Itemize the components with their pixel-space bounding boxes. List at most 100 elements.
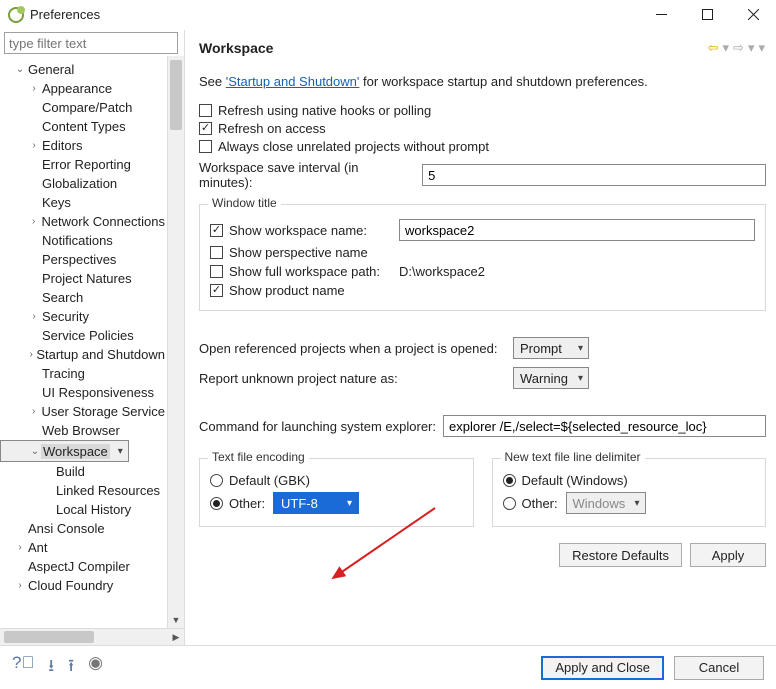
tree-item[interactable]: Error Reporting [0, 155, 167, 174]
window-title-group: Window title Show workspace name: Show p… [199, 204, 766, 311]
delimiter-default-radio[interactable] [503, 474, 516, 487]
page-description: See 'Startup and Shutdown' for workspace… [199, 74, 766, 89]
apply-close-button[interactable]: Apply and Close [541, 656, 664, 680]
import-icon[interactable]: ⭳ [48, 653, 54, 682]
tree-item[interactable]: AspectJ Compiler [0, 557, 167, 576]
show-workspace-name-checkbox[interactable] [210, 224, 223, 237]
tree-item[interactable]: ›Cloud Foundry [0, 576, 167, 595]
open-referenced-select[interactable]: Prompt [513, 337, 589, 359]
apply-button[interactable]: Apply [690, 543, 766, 567]
chevron-right-icon[interactable]: › [28, 406, 39, 417]
help-icon[interactable]: ?⃝ [12, 653, 34, 682]
tree-item-label: Ant [26, 540, 50, 555]
explorer-command-input[interactable] [443, 415, 766, 437]
oomph-icon[interactable]: ◉ [88, 653, 103, 682]
back-arrow-icon[interactable]: ⇦ [707, 40, 720, 56]
delimiter-other-select: Windows [566, 492, 646, 514]
tree-item[interactable]: Project Natures [0, 269, 167, 288]
tree-item[interactable]: Compare/Patch [0, 98, 167, 117]
startup-shutdown-link[interactable]: 'Startup and Shutdown' [226, 74, 360, 89]
delimiter-other-label: Other: [522, 496, 566, 511]
tree-item[interactable]: Content Types [0, 117, 167, 136]
tree-item-label: Error Reporting [40, 157, 133, 172]
tree-item[interactable]: ›Network Connections [0, 212, 167, 231]
chevron-right-icon[interactable]: › [14, 580, 26, 591]
tree-item-label: Editors [40, 138, 84, 153]
tree-item-label: Cloud Foundry [26, 578, 115, 593]
forward-arrow-icon[interactable]: ⇨ [732, 40, 745, 56]
show-perspective-checkbox[interactable] [210, 246, 223, 259]
preferences-tree[interactable]: ⌄General›AppearanceCompare/PatchContent … [0, 56, 167, 628]
scroll-down-arrow-icon[interactable]: ▼ [168, 612, 184, 628]
tree-item[interactable]: ›User Storage Service [0, 402, 167, 421]
chevron-right-icon[interactable]: › [28, 83, 40, 94]
scroll-thumb[interactable] [170, 60, 182, 130]
chevron-right-icon[interactable]: › [28, 216, 39, 227]
chevron-right-icon[interactable]: › [28, 140, 40, 151]
full-path-value: D:\workspace2 [399, 264, 485, 279]
encoding-other-select[interactable]: UTF-8 [273, 492, 359, 514]
tree-item[interactable]: Build [0, 462, 167, 481]
app-logo-icon [8, 7, 24, 23]
save-interval-input[interactable] [422, 164, 766, 186]
refresh-access-checkbox[interactable] [199, 122, 212, 135]
tree-horizontal-scrollbar[interactable]: ◀ ▶ [0, 628, 184, 645]
tree-item[interactable]: Web Browser [0, 421, 167, 440]
delimiter-default-label: Default (Windows) [522, 473, 628, 488]
tree-item[interactable]: Local History [0, 500, 167, 519]
tree-item[interactable]: Search [0, 288, 167, 307]
tree-item[interactable]: Notifications [0, 231, 167, 250]
restore-defaults-button[interactable]: Restore Defaults [559, 543, 682, 567]
tree-item-label: Local History [54, 502, 133, 517]
tree-item[interactable]: Keys [0, 193, 167, 212]
chevron-down-icon[interactable]: ⌄ [14, 64, 26, 75]
encoding-other-radio[interactable] [210, 497, 223, 510]
tree-item[interactable]: ⌄General [0, 60, 167, 79]
chevron-right-icon[interactable]: › [14, 542, 26, 553]
tree-item[interactable]: Service Policies [0, 326, 167, 345]
show-product-checkbox[interactable] [210, 284, 223, 297]
refresh-native-label: Refresh using native hooks or polling [218, 103, 431, 118]
encoding-default-label: Default (GBK) [229, 473, 310, 488]
show-full-path-checkbox[interactable] [210, 265, 223, 278]
tree-item-label: AspectJ Compiler [26, 559, 132, 574]
chevron-right-icon[interactable]: › [28, 311, 40, 322]
maximize-button[interactable] [684, 0, 730, 30]
tree-item-label: Search [40, 290, 85, 305]
back-menu-icon[interactable]: ▾ [722, 40, 731, 56]
scroll-thumb[interactable] [4, 631, 94, 643]
filter-input[interactable] [4, 32, 178, 54]
tree-item[interactable]: ›Security [0, 307, 167, 326]
page-nav-arrows: ⇦▾ ⇨▾ ▾ [707, 40, 766, 56]
tree-item[interactable]: ›Editors [0, 136, 167, 155]
tree-item-label: Perspectives [40, 252, 118, 267]
tree-item[interactable]: ›Appearance [0, 79, 167, 98]
show-perspective-label: Show perspective name [229, 245, 368, 260]
cancel-button[interactable]: Cancel [674, 656, 764, 680]
scroll-right-arrow-icon[interactable]: ▶ [168, 629, 184, 645]
close-unrelated-checkbox[interactable] [199, 140, 212, 153]
workspace-name-input[interactable] [399, 219, 755, 241]
delimiter-other-radio[interactable] [503, 497, 516, 510]
encoding-default-radio[interactable] [210, 474, 223, 487]
tree-item[interactable]: Ansi Console [0, 519, 167, 538]
tree-item[interactable]: Tracing [0, 364, 167, 383]
tree-item[interactable]: Globalization [0, 174, 167, 193]
footer: ?⃝ ⭳ ⭱ ◉ Apply and Close Cancel [0, 645, 776, 689]
refresh-native-checkbox[interactable] [199, 104, 212, 117]
tree-item[interactable]: UI Responsiveness [0, 383, 167, 402]
forward-menu-icon[interactable]: ▾ [747, 40, 756, 56]
tree-item[interactable]: Perspectives [0, 250, 167, 269]
tree-item[interactable]: ›Startup and Shutdown [0, 345, 167, 364]
tree-item[interactable]: ⌄Workspace [0, 440, 129, 462]
minimize-button[interactable] [638, 0, 684, 30]
export-icon[interactable]: ⭱ [68, 653, 74, 682]
tree-item[interactable]: ›Ant [0, 538, 167, 557]
tree-vertical-scrollbar[interactable]: ▲ ▼ [167, 56, 184, 628]
close-button[interactable] [730, 0, 776, 30]
tree-item-label: Appearance [40, 81, 114, 96]
page-menu-icon[interactable]: ▾ [757, 40, 766, 56]
chevron-down-icon[interactable]: ⌄ [29, 446, 41, 457]
tree-item[interactable]: Linked Resources [0, 481, 167, 500]
report-nature-select[interactable]: Warning [513, 367, 589, 389]
